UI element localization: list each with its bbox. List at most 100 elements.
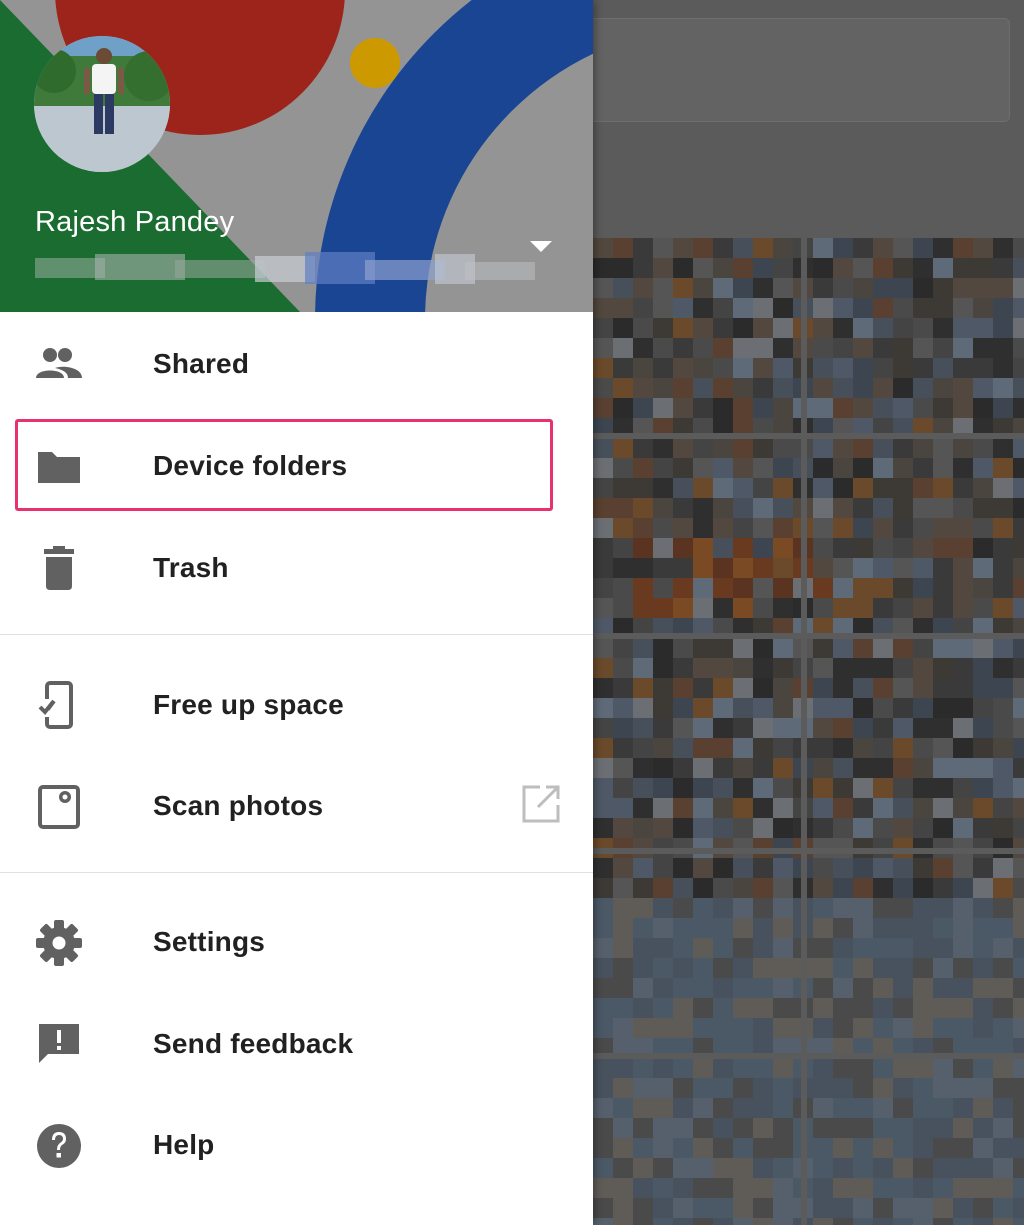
photo-pixel	[1013, 478, 1024, 498]
photo-pixel	[853, 1058, 873, 1078]
photo-pixel	[993, 858, 1013, 878]
photo-pixel	[993, 438, 1013, 458]
photo-pixel	[973, 678, 993, 698]
photo-pixel	[973, 558, 993, 578]
photo-pixel	[873, 738, 893, 758]
photo-pixel	[773, 258, 793, 278]
photo-pixel	[953, 638, 973, 658]
photo-pixel	[733, 858, 753, 878]
photo-pixel	[853, 398, 873, 418]
menu-item-settings[interactable]: Settings	[0, 892, 593, 992]
photo-pixel	[953, 718, 973, 738]
photo-pixel	[653, 998, 673, 1018]
photo-pixel	[593, 518, 613, 538]
photo-pixel	[873, 318, 893, 338]
photo-pixel	[693, 518, 713, 538]
photo-pixel	[713, 958, 733, 978]
external-link-icon[interactable]	[520, 783, 562, 825]
menu-item-send-feedback[interactable]: Send feedback	[0, 994, 593, 1094]
photo-pixel	[833, 938, 853, 958]
photo-pixel	[773, 798, 793, 818]
photo-pixel	[633, 938, 653, 958]
photo-pixel	[813, 698, 833, 718]
photo-pixel	[833, 1138, 853, 1158]
account-switcher-dropdown-icon[interactable]	[521, 232, 561, 262]
photo-pixel	[613, 798, 633, 818]
photo-pixel	[893, 1138, 913, 1158]
photo-pixel	[993, 338, 1013, 358]
photo-pixel	[953, 558, 973, 578]
photo-pixel	[933, 678, 953, 698]
photo-pixel	[653, 538, 673, 558]
photo-pixel	[713, 558, 733, 578]
photo-pixel	[893, 578, 913, 598]
photo-pixel	[773, 378, 793, 398]
photo-pixel	[853, 938, 873, 958]
photo-pixel	[873, 698, 893, 718]
photo-pixel	[833, 998, 853, 1018]
photo-pixel	[593, 278, 613, 298]
photo-pixel	[593, 318, 613, 338]
photo-pixel	[673, 918, 693, 938]
photo-pixel	[773, 638, 793, 658]
photo-pixel	[833, 498, 853, 518]
photo-pixel	[933, 598, 953, 618]
photo-pixel	[1013, 1098, 1024, 1118]
photo-pixel	[733, 258, 753, 278]
photo-pixel	[773, 818, 793, 838]
photo-pixel	[813, 1178, 833, 1198]
photo-pixel	[833, 1058, 853, 1078]
photo-pixel	[773, 578, 793, 598]
photo-pixel	[613, 1198, 633, 1218]
photo-pixel	[653, 1098, 673, 1118]
photo-pixel	[893, 1078, 913, 1098]
photo-pixel	[693, 1058, 713, 1078]
photo-pixel	[633, 758, 653, 778]
photo-pixel	[853, 498, 873, 518]
photo-pixel	[953, 518, 973, 538]
photo-pixel	[853, 778, 873, 798]
photo-pixel	[873, 678, 893, 698]
photo-pixel	[613, 1158, 633, 1178]
photo-pixel	[773, 1118, 793, 1138]
photo-pixel	[993, 718, 1013, 738]
photo-pixel	[873, 1218, 893, 1225]
photo-pixel	[853, 638, 873, 658]
photo-pixel	[913, 1218, 933, 1225]
photo-pixel	[753, 978, 773, 998]
photo-pixel	[973, 578, 993, 598]
menu-item-device-folders[interactable]: Device folders	[0, 416, 593, 516]
photo-pixel	[953, 698, 973, 718]
photo-pixel	[633, 718, 653, 738]
photo-pixel	[873, 1178, 893, 1198]
avatar[interactable]	[34, 36, 170, 172]
menu-item-help[interactable]: Help	[0, 1095, 593, 1195]
photo-pixel	[753, 918, 773, 938]
menu-item-shared[interactable]: Shared	[0, 314, 593, 414]
photo-pixel	[653, 378, 673, 398]
search-bar-background	[560, 18, 1010, 122]
photo-pixel	[833, 438, 853, 458]
photo-pixel	[853, 598, 873, 618]
photo-pixel	[753, 678, 773, 698]
menu-item-free-up-space[interactable]: Free up space	[0, 655, 593, 755]
menu-item-scan-photos[interactable]: Scan photos	[0, 756, 593, 856]
photo-pixel	[613, 558, 633, 578]
photo-pixel	[613, 1178, 633, 1198]
photo-pixel	[633, 358, 653, 378]
photo-pixel	[773, 1018, 793, 1038]
photo-pixel	[913, 398, 933, 418]
photo-pixel	[733, 1138, 753, 1158]
photo-pixel	[853, 278, 873, 298]
photo-pixel	[613, 758, 633, 778]
menu-item-trash[interactable]: Trash	[0, 518, 593, 618]
photo-pixel	[673, 478, 693, 498]
photo-pixel	[913, 658, 933, 678]
photo-pixel	[593, 298, 613, 318]
photo-pixel	[853, 298, 873, 318]
menu-label-scan-photos: Scan photos	[153, 790, 324, 821]
photo-pixel	[953, 1178, 973, 1198]
photo-pixel	[673, 238, 693, 258]
photo-pixel	[933, 278, 953, 298]
photo-pixel	[933, 398, 953, 418]
